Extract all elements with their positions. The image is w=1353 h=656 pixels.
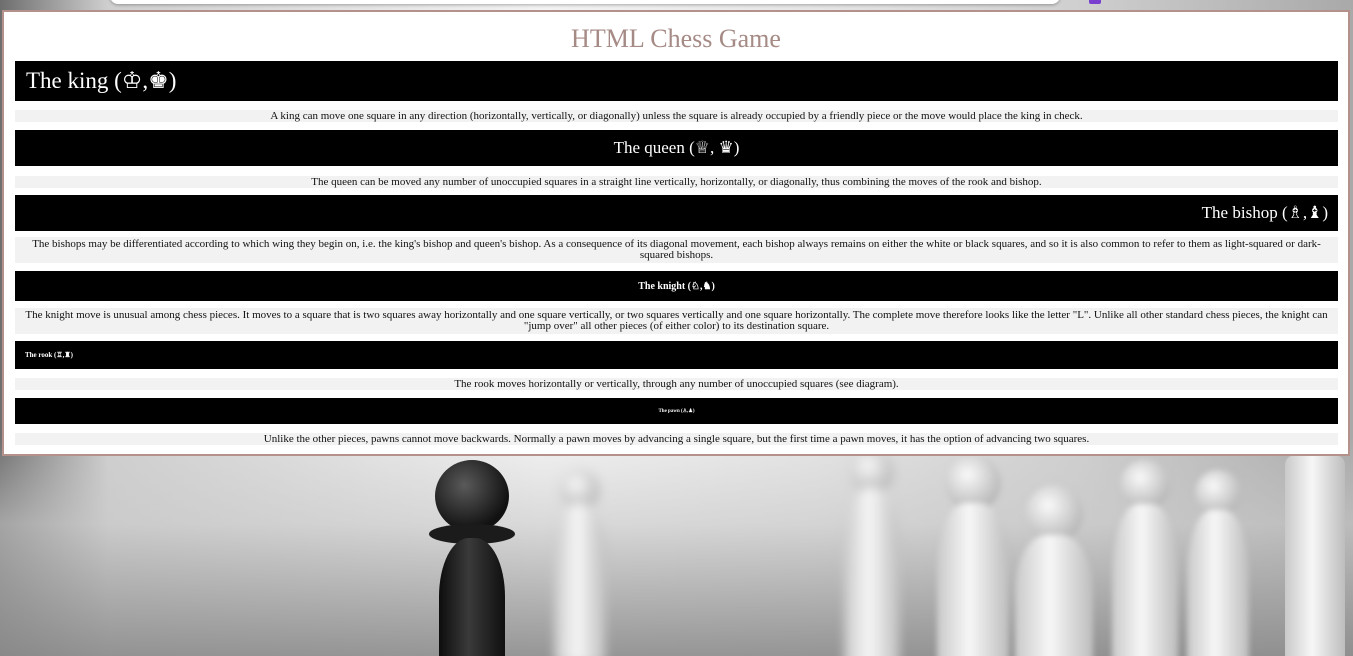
pawn-heading: The pawn (♙,♟) <box>15 398 1338 424</box>
queen-heading-text: The queen (♕, ♛) <box>613 138 740 157</box>
pawn-heading-text: The pawn (♙,♟) <box>658 409 695 414</box>
knight-heading-text: The knight (♘,♞) <box>638 280 715 292</box>
king-heading-text: The king (♔,♚) <box>26 68 177 93</box>
page-title: HTML Chess Game <box>571 24 781 53</box>
rook-heading-text: The rook (♖,♜) <box>25 351 74 359</box>
bishop-description-text: The bishops may be differentiated accord… <box>32 238 1321 261</box>
queen-description-text: The queen can be moved any number of uno… <box>311 176 1042 188</box>
bishop-description: The bishops may be differentiated accord… <box>15 237 1338 263</box>
rook-description: The rook moves horizontally or verticall… <box>15 378 1338 390</box>
knight-description-text: The knight move is unusual among chess p… <box>25 309 1328 332</box>
bishop-heading-text: The bishop (♗,♝) <box>1201 203 1328 222</box>
pawn-description: Unlike the other pieces, pawns cannot mo… <box>15 433 1338 445</box>
rules-panel: HTML Chess Game The king (♔,♚) A king ca… <box>2 10 1350 456</box>
rook-description-text: The rook moves horizontally or verticall… <box>454 378 899 390</box>
knight-heading: The knight (♘,♞) <box>15 271 1338 301</box>
king-description: A king can move one square in any direct… <box>15 110 1338 122</box>
pawn-description-text: Unlike the other pieces, pawns cannot mo… <box>263 433 1090 445</box>
queen-description: The queen can be moved any number of uno… <box>15 176 1338 188</box>
queen-heading: The queen (♕, ♛) <box>15 130 1338 166</box>
rook-heading: The rook (♖,♜) <box>15 341 1338 369</box>
knight-description: The knight move is unusual among chess p… <box>15 308 1338 334</box>
bishop-heading: The bishop (♗,♝) <box>15 195 1338 231</box>
browser-address-bar[interactable] <box>110 0 1060 4</box>
king-heading: The king (♔,♚) <box>15 61 1338 101</box>
king-description-text: A king can move one square in any direct… <box>270 110 1083 122</box>
extension-icon[interactable] <box>1089 0 1101 4</box>
